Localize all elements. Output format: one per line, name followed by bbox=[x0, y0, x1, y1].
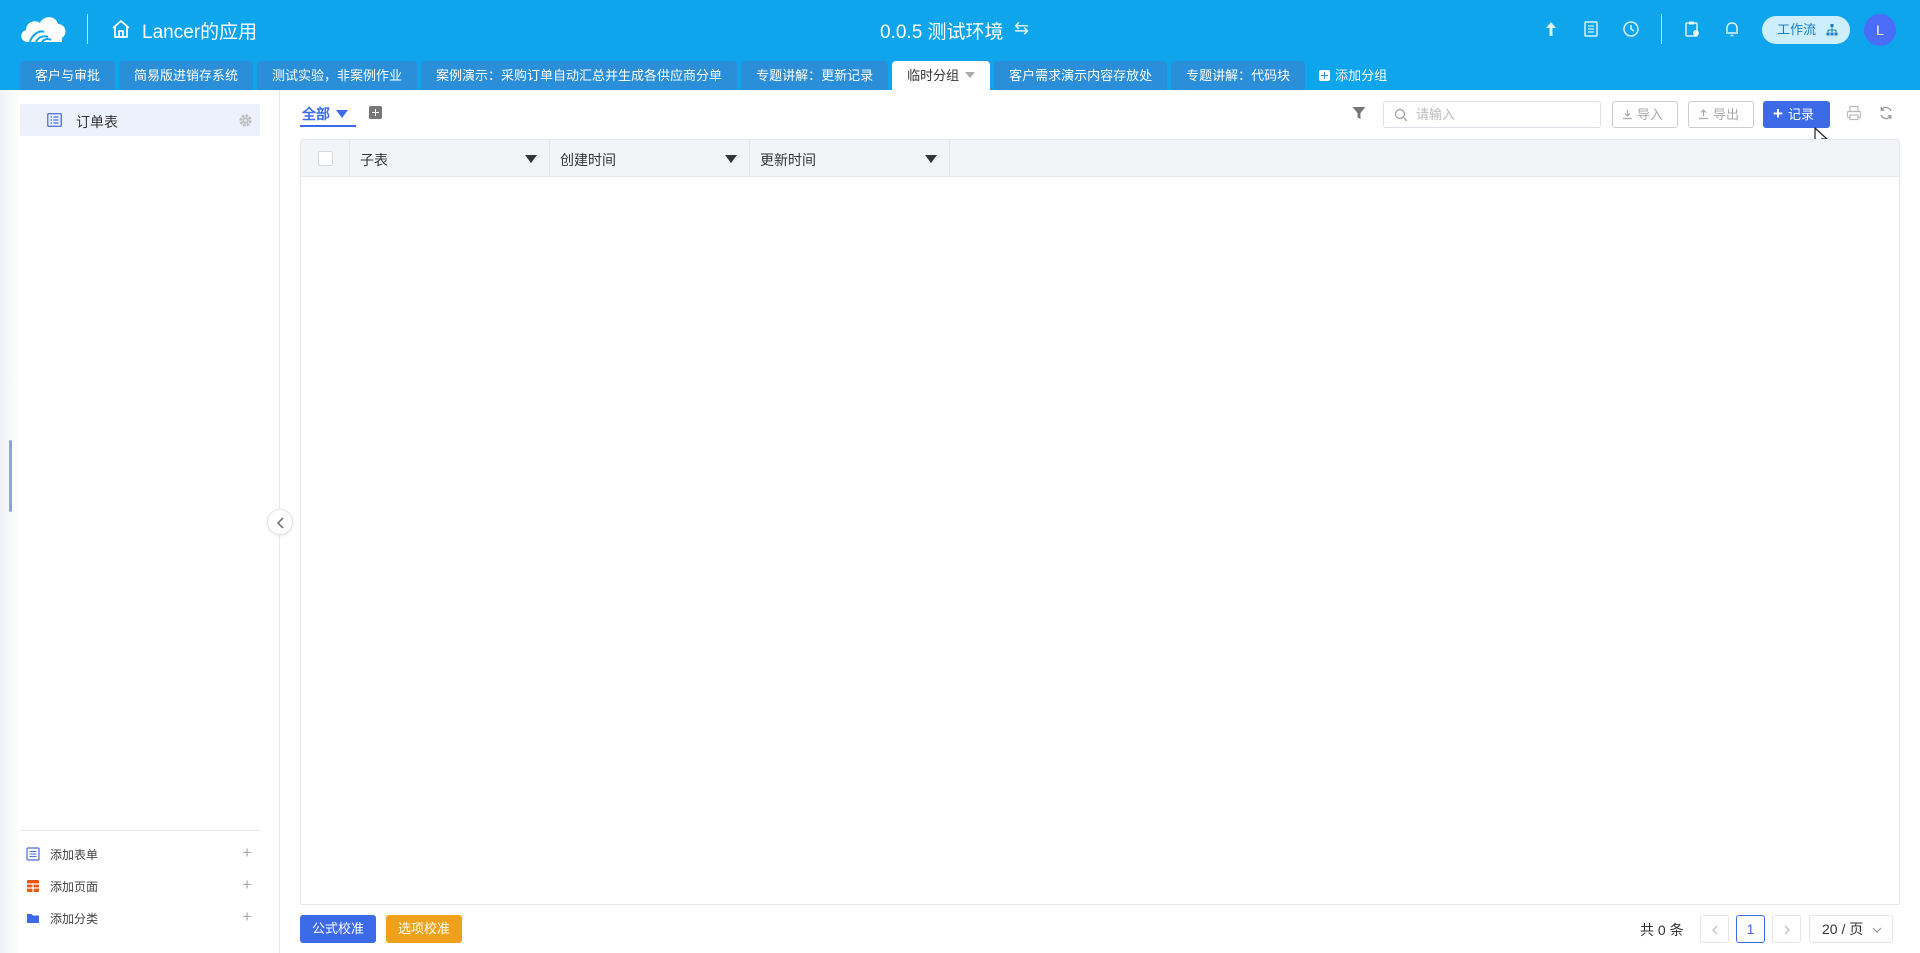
add-category-label: 添加分类 bbox=[50, 912, 99, 926]
import-button[interactable]: 导入 bbox=[1612, 101, 1678, 128]
current-page[interactable]: 1 bbox=[1736, 915, 1765, 943]
column-header-label: 创建时间 bbox=[560, 152, 616, 168]
tab-simple-inventory[interactable]: 简易版进销存系统 bbox=[119, 61, 254, 90]
form-icon bbox=[26, 847, 40, 861]
page-size-label: 20 / 页 bbox=[1822, 921, 1864, 937]
add-record-label: 记录 bbox=[1788, 107, 1815, 122]
collapse-sidebar-button[interactable] bbox=[267, 509, 293, 535]
switch-environment-icon[interactable]: ⇆ bbox=[1014, 18, 1029, 39]
next-page-button[interactable] bbox=[1772, 915, 1801, 943]
tab-temporary-group[interactable]: 临时分组 bbox=[892, 61, 991, 90]
view-active-underline bbox=[300, 125, 356, 127]
caret-down-icon[interactable] bbox=[965, 72, 976, 78]
clipboard-settings-icon[interactable] bbox=[1682, 19, 1702, 39]
sidebar-edge-shade bbox=[0, 90, 20, 953]
filter-icon[interactable] bbox=[1351, 105, 1367, 121]
print-icon[interactable] bbox=[1846, 105, 1862, 121]
chevron-left-icon bbox=[1712, 925, 1718, 935]
tab-test-experiment[interactable]: 测试实验，非案例作业 bbox=[257, 61, 418, 90]
sidebar-item-label: 订单表 bbox=[76, 114, 118, 130]
add-group-label: 添加分组 bbox=[1335, 68, 1388, 83]
sidebar-scrollbar[interactable] bbox=[9, 440, 12, 512]
export-button[interactable]: 导出 bbox=[1688, 101, 1754, 128]
home-icon[interactable] bbox=[110, 18, 132, 40]
total-count: 共 0 条 bbox=[1640, 922, 1684, 938]
prev-page-button[interactable] bbox=[1700, 915, 1729, 943]
column-menu-caret-icon[interactable] bbox=[525, 155, 537, 163]
option-calibrate-button[interactable]: 选项校准 bbox=[386, 915, 462, 943]
add-form-plus-icon[interactable]: + bbox=[242, 843, 252, 863]
org-tree-icon bbox=[1826, 24, 1838, 36]
select-all-cell bbox=[301, 140, 350, 177]
notification-bell-icon[interactable] bbox=[1722, 19, 1742, 39]
environment-title: 0.0.5 测试环境 bbox=[880, 22, 1004, 43]
plus-square-icon bbox=[1319, 70, 1331, 81]
gear-icon[interactable] bbox=[238, 113, 253, 128]
app-title[interactable]: Lancer的应用 bbox=[142, 17, 257, 44]
column-header-created-time[interactable]: 创建时间 bbox=[550, 140, 750, 177]
add-view-icon[interactable] bbox=[369, 106, 382, 119]
export-label: 导出 bbox=[1713, 107, 1740, 122]
header-divider bbox=[87, 14, 88, 44]
add-form-label: 添加表单 bbox=[50, 848, 99, 862]
document-icon[interactable] bbox=[1581, 19, 1601, 39]
sidebar-separator bbox=[20, 830, 260, 831]
header-divider-right bbox=[1661, 14, 1662, 44]
add-form-item[interactable]: 添加表单 + bbox=[24, 842, 260, 866]
tab-temporary-group-label: 临时分组 bbox=[907, 68, 960, 83]
chevron-right-icon bbox=[1784, 925, 1790, 935]
column-header-subtable[interactable]: 子表 bbox=[350, 140, 550, 177]
formula-calibrate-button[interactable]: 公式校准 bbox=[300, 915, 376, 943]
user-avatar[interactable]: L bbox=[1864, 14, 1896, 46]
view-selector[interactable]: 全部 bbox=[302, 104, 348, 124]
tab-customer-demo[interactable]: 客户需求演示内容存放处 bbox=[994, 61, 1168, 90]
page-size-select[interactable]: 20 / 页 bbox=[1809, 915, 1893, 943]
add-category-item[interactable]: 添加分类 + bbox=[24, 906, 260, 930]
grid-header: 子表 创建时间 更新时间 bbox=[301, 140, 1899, 177]
column-menu-caret-icon[interactable] bbox=[725, 155, 737, 163]
import-label: 导入 bbox=[1637, 107, 1664, 122]
download-icon bbox=[1623, 110, 1632, 120]
folder-icon bbox=[27, 914, 39, 923]
column-menu-caret-icon[interactable] bbox=[925, 155, 937, 163]
workflow-button[interactable]: 工作流 bbox=[1762, 16, 1850, 44]
triangle-down-icon bbox=[336, 110, 348, 118]
add-page-label: 添加页面 bbox=[50, 880, 99, 894]
add-record-button[interactable]: + 记录 bbox=[1763, 101, 1830, 128]
add-page-item[interactable]: 添加页面 + bbox=[24, 874, 260, 898]
group-tabs: 客户与审批 简易版进销存系统 测试实验，非案例作业 案例演示：采购订单自动汇总并… bbox=[20, 61, 1401, 90]
refresh-icon[interactable] bbox=[1878, 105, 1894, 121]
column-header-label: 子表 bbox=[360, 152, 388, 168]
add-page-plus-icon[interactable]: + bbox=[242, 875, 252, 895]
form-table-icon bbox=[47, 113, 62, 127]
search-box[interactable] bbox=[1383, 101, 1601, 128]
search-icon bbox=[1394, 108, 1408, 122]
add-group-button[interactable]: 添加分组 bbox=[1309, 61, 1397, 90]
page-grid-icon bbox=[27, 880, 39, 892]
upload-icon bbox=[1699, 109, 1708, 120]
chevron-down-icon bbox=[1872, 927, 1882, 933]
sidebar: 订单表 添加表单 + 添加页面 + 添加分类 + bbox=[0, 90, 280, 953]
sidebar-item-order-table[interactable]: 订单表 bbox=[20, 104, 260, 136]
view-selector-label: 全部 bbox=[302, 106, 330, 122]
app-header: Lancer的应用 0.0.5 测试环境 ⇆ 工作流 L 客户与审批 简易版进销… bbox=[0, 0, 1920, 90]
search-input[interactable] bbox=[1416, 105, 1596, 124]
tab-case-demo[interactable]: 案例演示：采购订单自动汇总并生成各供应商分单 bbox=[421, 61, 738, 90]
history-clock-icon[interactable] bbox=[1621, 19, 1641, 39]
tab-customer-approval[interactable]: 客户与审批 bbox=[20, 61, 116, 90]
workflow-label: 工作流 bbox=[1777, 22, 1817, 37]
add-category-plus-icon[interactable]: + bbox=[242, 907, 252, 927]
data-grid: 子表 创建时间 更新时间 bbox=[300, 139, 1900, 905]
tab-topic-code-block[interactable]: 专题讲解：代码块 bbox=[1171, 61, 1306, 90]
column-header-updated-time[interactable]: 更新时间 bbox=[750, 140, 950, 177]
tab-topic-update-record[interactable]: 专题讲解：更新记录 bbox=[741, 61, 889, 90]
plus-icon: + bbox=[1773, 104, 1783, 123]
cloud-logo-icon[interactable] bbox=[18, 12, 68, 46]
select-all-checkbox[interactable] bbox=[318, 151, 333, 166]
publish-arrow-up-icon[interactable] bbox=[1541, 19, 1561, 39]
chevron-left-icon bbox=[276, 517, 284, 529]
column-header-label: 更新时间 bbox=[760, 152, 816, 168]
